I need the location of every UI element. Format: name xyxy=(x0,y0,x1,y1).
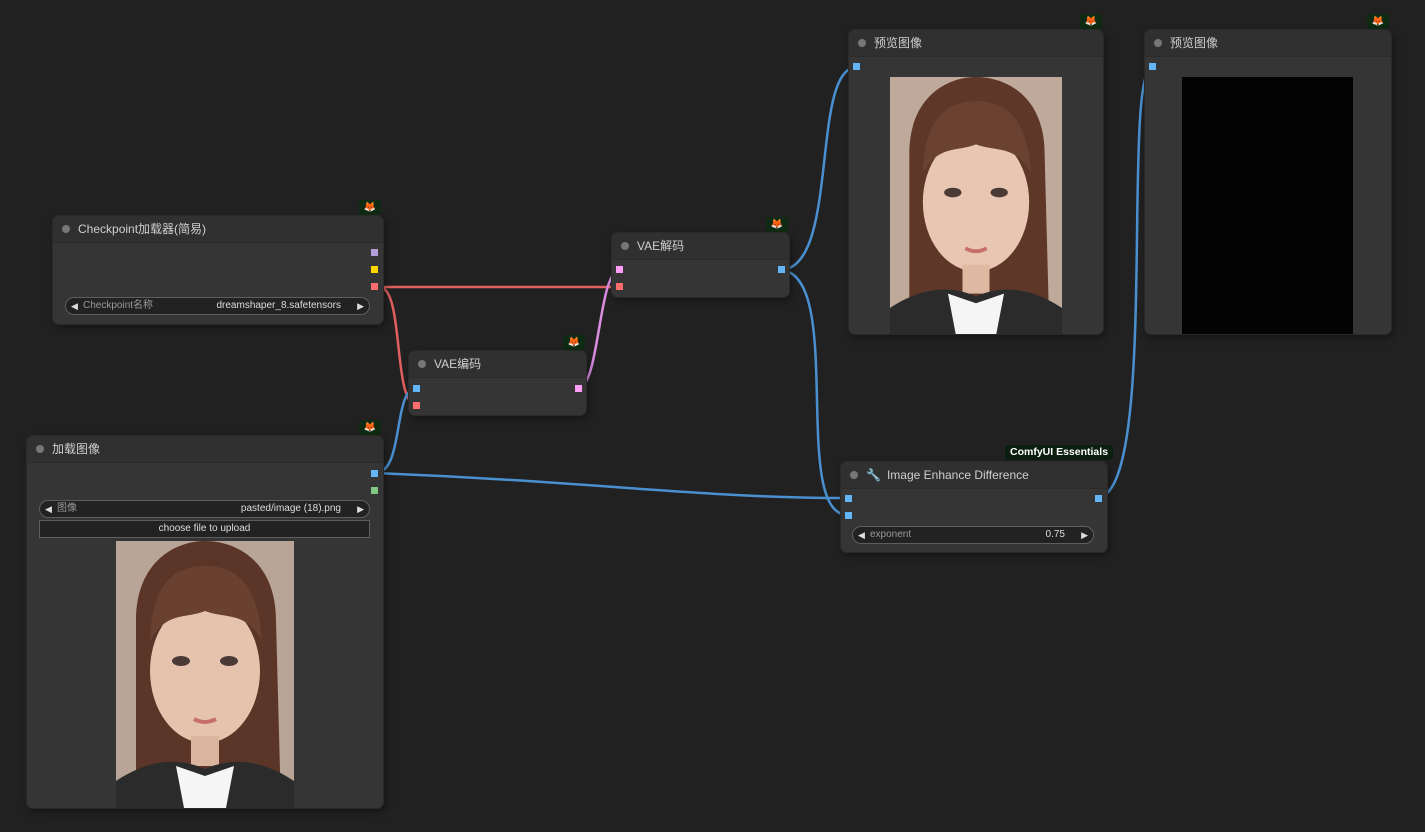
node-title-text: Checkpoint加载器(简易) xyxy=(78,222,207,236)
widget-value: pasted/image (18).png xyxy=(240,503,341,514)
wrench-icon: 🔧 xyxy=(866,468,881,482)
node-vae-decode[interactable]: VAE解码 xyxy=(612,233,789,297)
decoded-link-to-preview xyxy=(781,65,858,272)
node-preview-image-2[interactable]: 预览图像 xyxy=(1145,30,1391,334)
triangle-right-icon[interactable]: ▶ xyxy=(1081,527,1088,543)
node-vae-encode[interactable]: VAE编码 xyxy=(409,351,586,415)
fox-icon: 🦊 xyxy=(359,200,381,215)
vae-input-slot[interactable] xyxy=(413,402,420,409)
fox-icon: 🦊 xyxy=(1367,14,1389,29)
circle-icon[interactable] xyxy=(850,471,858,479)
image1-input-slot[interactable] xyxy=(845,495,852,502)
node-title-text: 预览图像 xyxy=(1170,36,1219,50)
node-title[interactable]: VAE解码 xyxy=(612,233,789,260)
circle-icon[interactable] xyxy=(858,39,866,47)
latent-output-slot[interactable] xyxy=(575,385,582,392)
exponent-number-widget[interactable]: ◀ exponent 0.75 ▶ xyxy=(852,526,1094,544)
triangle-left-icon[interactable]: ◀ xyxy=(858,527,865,543)
node-title[interactable]: 加载图像 xyxy=(27,436,383,463)
fox-icon: 🦊 xyxy=(563,335,585,350)
vae-input-slot[interactable] xyxy=(616,283,623,290)
node-title[interactable]: Checkpoint加载器(简易) xyxy=(53,216,383,243)
triangle-right-icon[interactable]: ▶ xyxy=(357,298,364,314)
node-title-text: VAE编码 xyxy=(434,357,482,371)
node-title[interactable]: 预览图像 xyxy=(849,30,1103,57)
image2-input-slot[interactable] xyxy=(845,512,852,519)
image-link-to-enhance xyxy=(374,471,849,500)
node-title-text: 加载图像 xyxy=(52,442,101,456)
mask-output-slot[interactable] xyxy=(371,487,378,494)
checkpoint-name-combo[interactable]: ◀ Checkpoint名称 dreamshaper_8.safetensors… xyxy=(65,297,370,315)
widget-label: Checkpoint名称 xyxy=(83,300,154,311)
circle-icon[interactable] xyxy=(418,360,426,368)
decoded-link-to-enhance xyxy=(781,268,849,517)
triangle-right-icon[interactable]: ▶ xyxy=(357,501,364,517)
image-output-slot[interactable] xyxy=(1095,495,1102,502)
fox-icon: 🦊 xyxy=(766,217,788,232)
circle-icon[interactable] xyxy=(1154,39,1162,47)
widget-value: dreamshaper_8.safetensors xyxy=(216,300,341,311)
decoded-image-preview xyxy=(890,77,1062,334)
widget-label: exponent xyxy=(870,529,912,540)
image-output-slot[interactable] xyxy=(371,470,378,477)
upload-button[interactable]: choose file to upload xyxy=(39,520,370,538)
node-load-image[interactable]: 加载图像 ◀ 图像 pasted/image (18).png ▶ choose… xyxy=(27,436,383,808)
vae-output-slot[interactable] xyxy=(371,283,378,290)
node-source-badge: ComfyUI Essentials xyxy=(1005,445,1114,460)
node-image-enhance-difference[interactable]: 🔧 Image Enhance Difference ◀ exponent 0.7… xyxy=(841,462,1107,552)
node-title[interactable]: VAE编码 xyxy=(409,351,586,378)
model-output-slot[interactable] xyxy=(371,249,378,256)
portrait-image xyxy=(116,541,294,808)
triangle-left-icon[interactable]: ◀ xyxy=(71,298,78,314)
node-preview-image-1[interactable]: 预览图像 xyxy=(849,30,1103,334)
image-file-combo[interactable]: ◀ 图像 pasted/image (18).png ▶ xyxy=(39,500,370,518)
widget-value: 0.75 xyxy=(1045,529,1065,540)
node-title[interactable]: 🔧 Image Enhance Difference xyxy=(841,462,1107,489)
images-input-slot[interactable] xyxy=(1149,63,1156,70)
node-title-text: 预览图像 xyxy=(874,36,923,50)
node-title-text: Image Enhance Difference xyxy=(886,468,1029,482)
node-title-text: VAE解码 xyxy=(637,239,685,253)
image-output-slot[interactable] xyxy=(778,266,785,273)
node-title[interactable]: 预览图像 xyxy=(1145,30,1391,57)
node-checkpoint-loader[interactable]: Checkpoint加载器(简易) ◀ Checkpoint名称 dreamsh… xyxy=(53,216,383,324)
circle-icon[interactable] xyxy=(62,225,70,233)
images-input-slot[interactable] xyxy=(853,63,860,70)
fox-icon: 🦊 xyxy=(359,420,381,435)
fox-icon: 🦊 xyxy=(1080,14,1102,29)
input-image-preview xyxy=(116,541,294,808)
circle-icon[interactable] xyxy=(621,242,629,250)
pixels-input-slot[interactable] xyxy=(413,385,420,392)
triangle-left-icon[interactable]: ◀ xyxy=(45,501,52,517)
widget-label: 图像 xyxy=(57,503,77,514)
portrait-image xyxy=(890,77,1062,334)
clip-output-slot[interactable] xyxy=(371,266,378,273)
samples-input-slot[interactable] xyxy=(616,266,623,273)
circle-icon[interactable] xyxy=(36,445,44,453)
difference-image-preview xyxy=(1182,77,1353,334)
